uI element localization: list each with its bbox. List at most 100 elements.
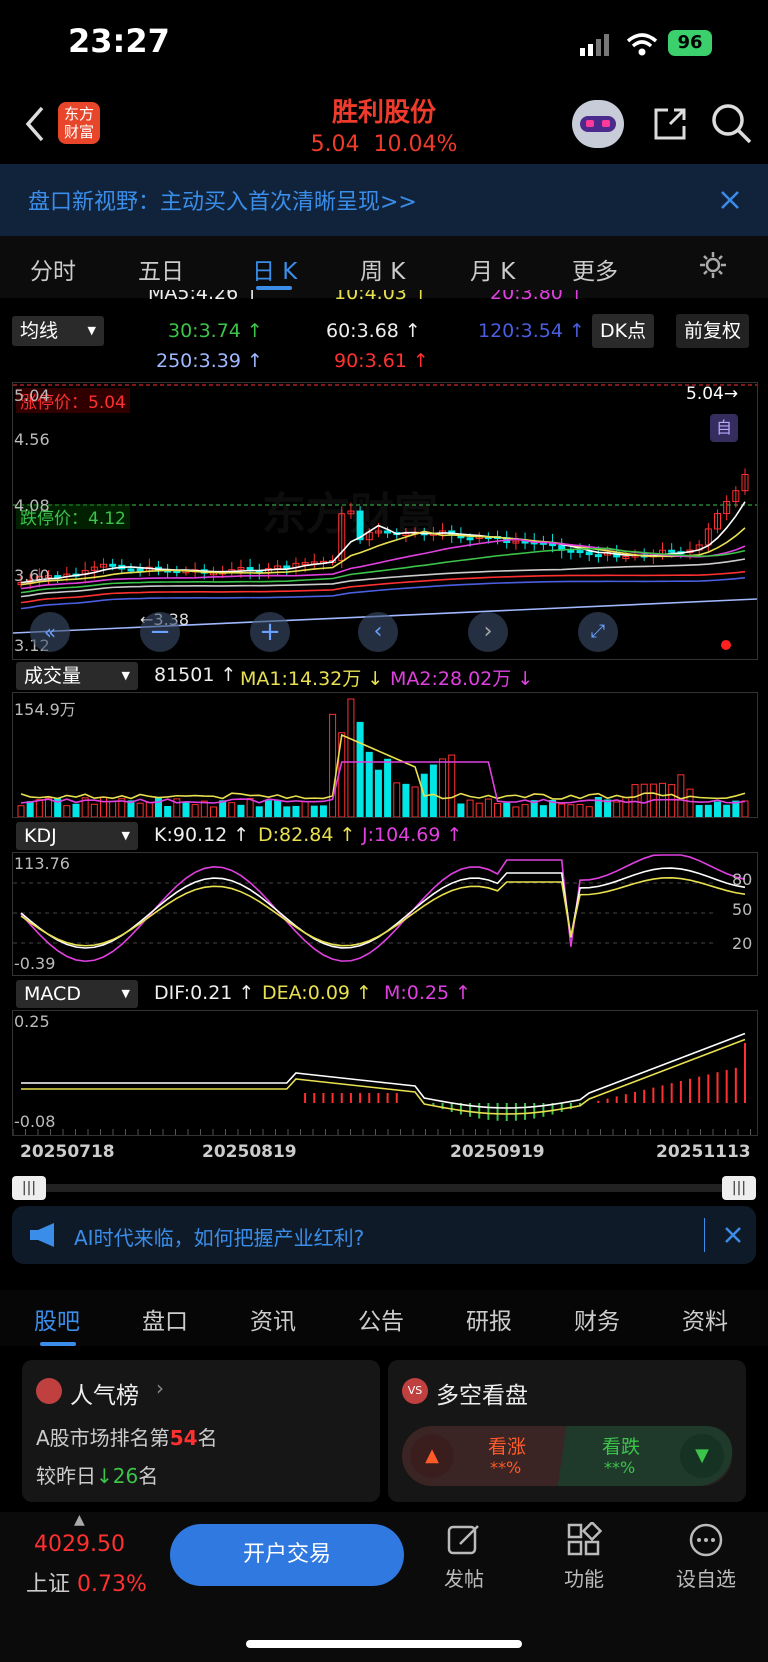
- popularity-change: 较昨日↓26名: [36, 1464, 159, 1488]
- restore-rights-button[interactable]: 前复权: [676, 314, 750, 348]
- kdj-j: J:104.69 ↑: [362, 824, 463, 846]
- macd-chart: [12, 1010, 758, 1136]
- add-watchlist-button[interactable]: 设自选: [666, 1522, 746, 1592]
- range-slider-track[interactable]: [12, 1184, 756, 1192]
- share-icon[interactable]: [650, 104, 690, 144]
- volume-bar: [576, 803, 584, 818]
- tab-intraday[interactable]: 分时: [30, 252, 76, 286]
- price-axis-4: 3.60: [14, 566, 50, 585]
- zoom-in-icon[interactable]: +: [250, 612, 290, 652]
- ad-text: AI时代来临，如何把握产业红利?: [74, 1226, 365, 1250]
- volume-bar: [329, 713, 337, 818]
- volume-bar: [521, 804, 529, 818]
- ma250-value: 250:3.39 ↑: [156, 350, 263, 372]
- ma30-value: 30:3.74 ↑: [168, 320, 263, 342]
- volume-bar: [411, 786, 419, 818]
- tab-five-day[interactable]: 五日: [138, 252, 184, 286]
- vote-down-label: 看跌: [602, 1436, 641, 1458]
- scroll-left-fast-icon[interactable]: «: [30, 612, 70, 652]
- function-button[interactable]: 功能: [544, 1520, 624, 1592]
- volume-bar: [429, 764, 437, 818]
- tab-pankou[interactable]: 盘口: [142, 1302, 188, 1336]
- kdj-axis-min: -0.39: [14, 954, 56, 973]
- volume-bar: [90, 803, 98, 818]
- robot-assistant-icon[interactable]: [572, 100, 624, 148]
- volume-bar: [704, 804, 712, 818]
- tab-announcement[interactable]: 公告: [358, 1302, 404, 1336]
- tab-more[interactable]: 更多: [572, 252, 618, 286]
- kdj-j-line: [20, 854, 746, 963]
- volume-bar: [604, 799, 612, 818]
- popularity-card[interactable]: 人气榜 › A股市场排名第54名 较昨日↓26名: [22, 1360, 380, 1502]
- candle-body: [127, 568, 135, 572]
- kdj-d-line: [20, 876, 746, 947]
- self-select-tag[interactable]: 自: [710, 414, 738, 442]
- kdj-level-50: 50: [732, 900, 753, 919]
- grid-icon: [567, 1520, 603, 1556]
- index-name: 上证: [26, 1572, 71, 1597]
- volume-bar: [484, 798, 492, 818]
- tab-monthly-k[interactable]: 月 K: [470, 252, 515, 286]
- promo-banner[interactable]: 盘口新视野：主动买入首次清晰呈现>>: [0, 164, 768, 236]
- ai-ad-banner[interactable]: AI时代来临，如何把握产业红利?: [12, 1206, 756, 1264]
- volume-bar: [164, 805, 172, 818]
- tab-guba[interactable]: 股吧: [34, 1302, 80, 1336]
- megaphone-icon: [30, 1223, 54, 1247]
- volume-bar: [136, 802, 144, 818]
- volume-bar: [622, 796, 630, 818]
- tab-weekly-k[interactable]: 周 K: [360, 252, 405, 286]
- zoom-out-icon[interactable]: −: [140, 612, 180, 652]
- ma90-value: 90:3.61 ↑: [334, 350, 429, 372]
- volume-bar: [301, 801, 309, 818]
- stock-price: 5.04: [310, 132, 360, 157]
- candle-body: [594, 554, 602, 558]
- volume-bar: [539, 805, 547, 818]
- fullscreen-icon[interactable]: ⤢: [578, 612, 618, 652]
- tab-news[interactable]: 资讯: [250, 1302, 296, 1336]
- tab-finance[interactable]: 财务: [574, 1302, 620, 1336]
- dk-point-button[interactable]: DK点: [592, 314, 655, 348]
- macd-selector[interactable]: MACD ▼: [16, 980, 138, 1008]
- ma-selector[interactable]: 均线 ▼: [12, 316, 104, 346]
- sentiment-card[interactable]: VS 多空看盘 ▲ 看涨 **% 看跌 **% ▼: [388, 1360, 746, 1502]
- volume-selector[interactable]: 成交量 ▼: [16, 662, 138, 690]
- post-label: 发帖: [444, 1567, 484, 1591]
- volume-bar: [99, 796, 107, 818]
- scroll-left-icon[interactable]: ‹: [358, 612, 398, 652]
- kdj-chart: [12, 852, 758, 976]
- ma5-value: MA5:4.26 ↑: [148, 290, 261, 304]
- expand-up-icon[interactable]: ▲: [74, 1512, 85, 1528]
- volume-bar: [274, 800, 282, 818]
- tab-profile[interactable]: 资料: [682, 1302, 728, 1336]
- close-icon[interactable]: [724, 1226, 742, 1244]
- ma60-value: 60:3.68 ↑: [326, 320, 421, 342]
- open-account-trade-button[interactable]: 开户交易: [170, 1524, 404, 1586]
- close-icon[interactable]: [720, 190, 740, 210]
- volume-bar: [319, 805, 327, 818]
- post-button[interactable]: 发帖: [424, 1522, 504, 1592]
- volume-bar: [35, 799, 43, 818]
- index-name-line[interactable]: 上证 0.73%: [26, 1566, 147, 1598]
- range-handle-left[interactable]: |||: [12, 1176, 46, 1200]
- date-label-1: 20250718: [20, 1142, 115, 1162]
- settings-gear-icon[interactable]: [698, 250, 728, 280]
- volume-bar: [384, 758, 392, 818]
- scroll-right-icon[interactable]: ›: [468, 612, 508, 652]
- volume-bar: [503, 802, 511, 818]
- kdj-svg: [13, 854, 746, 963]
- tab-research[interactable]: 研报: [466, 1302, 512, 1336]
- search-icon[interactable]: [710, 102, 754, 146]
- range-handle-right[interactable]: |||: [722, 1176, 756, 1200]
- sentiment-title: 多空看盘: [436, 1383, 528, 1409]
- vote-down-button[interactable]: ▼: [680, 1434, 724, 1478]
- volume-bar: [17, 805, 25, 818]
- watermark: 东方财富: [262, 489, 438, 540]
- ma120-value: 120:3.54 ↑: [478, 320, 585, 342]
- tab-daily-k[interactable]: 日 K: [252, 252, 297, 286]
- kdj-selector[interactable]: KDJ ▼: [16, 822, 138, 850]
- macd-m: M:0.25 ↑: [384, 982, 472, 1004]
- vote-up-button[interactable]: ▲: [410, 1434, 454, 1478]
- volume-bar: [374, 769, 382, 818]
- price-axis-3: 4.08: [14, 496, 50, 515]
- index-value[interactable]: 4029.50: [34, 1532, 125, 1557]
